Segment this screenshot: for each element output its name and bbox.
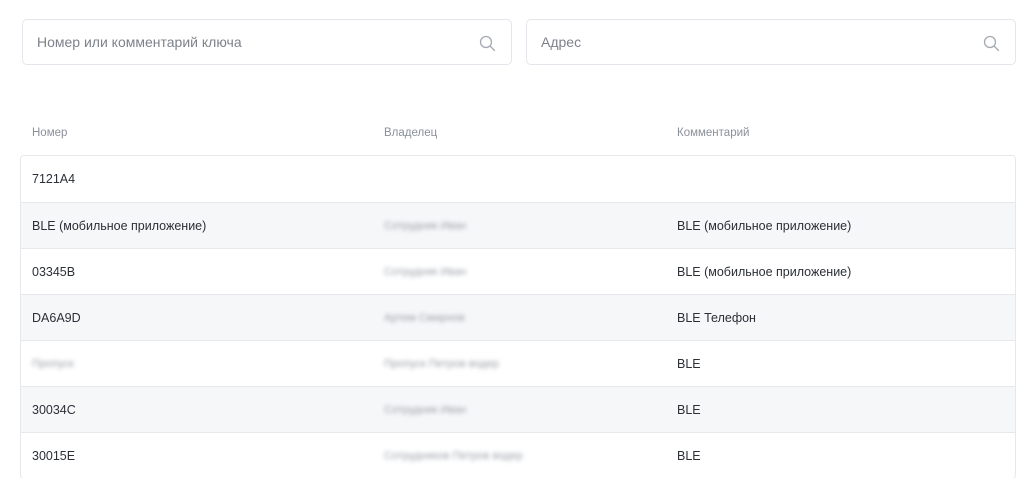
cell-number: 03345B	[32, 264, 76, 279]
cell-owner: Сотрудник Иван	[384, 219, 467, 232]
table-row[interactable]: 30015E Сотрудников Петров водер BLE	[21, 432, 1015, 478]
table-header: Номер Владелец Комментарий	[32, 127, 1016, 143]
cell-number: Пропуск	[32, 357, 74, 370]
cell-comment: BLE Телефон	[677, 310, 756, 325]
table-row[interactable]: 7121A4	[21, 156, 1015, 202]
cell-owner: Сотрудник Иван	[384, 403, 467, 416]
cell-comment: BLE	[677, 402, 701, 417]
address-search-input[interactable]	[527, 20, 1015, 64]
column-header-owner[interactable]: Владелец	[384, 127, 437, 139]
cell-owner: Сотрудник Иван	[384, 265, 467, 278]
column-header-number[interactable]: Номер	[32, 127, 67, 139]
cell-number: 7121A4	[32, 172, 76, 186]
table-row[interactable]: Пропуск Пропуск Петров водер BLE	[21, 340, 1015, 386]
keys-table: 7121A4 BLE (мобильное приложение) Сотруд…	[20, 155, 1016, 478]
cell-owner: Артем Смирнов	[384, 311, 465, 324]
table-row[interactable]: BLE (мобильное приложение) Сотрудник Ива…	[21, 202, 1015, 248]
column-header-comment[interactable]: Комментарий	[677, 127, 749, 139]
key-search-box	[22, 19, 512, 65]
cell-number: BLE (мобильное приложение)	[32, 218, 207, 233]
cell-number: DA6A9D	[32, 310, 81, 325]
cell-number: 30015E	[32, 448, 76, 463]
cell-owner: Сотрудников Петров водер	[384, 449, 523, 462]
table-row[interactable]: 03345B Сотрудник Иван BLE (мобильное при…	[21, 248, 1015, 294]
cell-owner: Пропуск Петров водер	[384, 357, 499, 370]
search-icon[interactable]	[479, 35, 496, 52]
cell-comment: BLE (мобильное приложение)	[677, 264, 852, 279]
cell-number: 30034C	[32, 402, 76, 417]
table-row[interactable]: DA6A9D Артем Смирнов BLE Телефон	[21, 294, 1015, 340]
cell-comment: BLE	[677, 356, 701, 371]
search-icon[interactable]	[983, 35, 1000, 52]
cell-comment: BLE (мобильное приложение)	[677, 218, 852, 233]
key-search-input[interactable]	[23, 20, 511, 64]
keys-page: Номер Владелец Комментарий 7121A4 BLE (м…	[0, 0, 1024, 478]
address-search-box	[526, 19, 1016, 65]
cell-comment: BLE	[677, 448, 701, 463]
table-row[interactable]: 30034C Сотрудник Иван BLE	[21, 386, 1015, 432]
